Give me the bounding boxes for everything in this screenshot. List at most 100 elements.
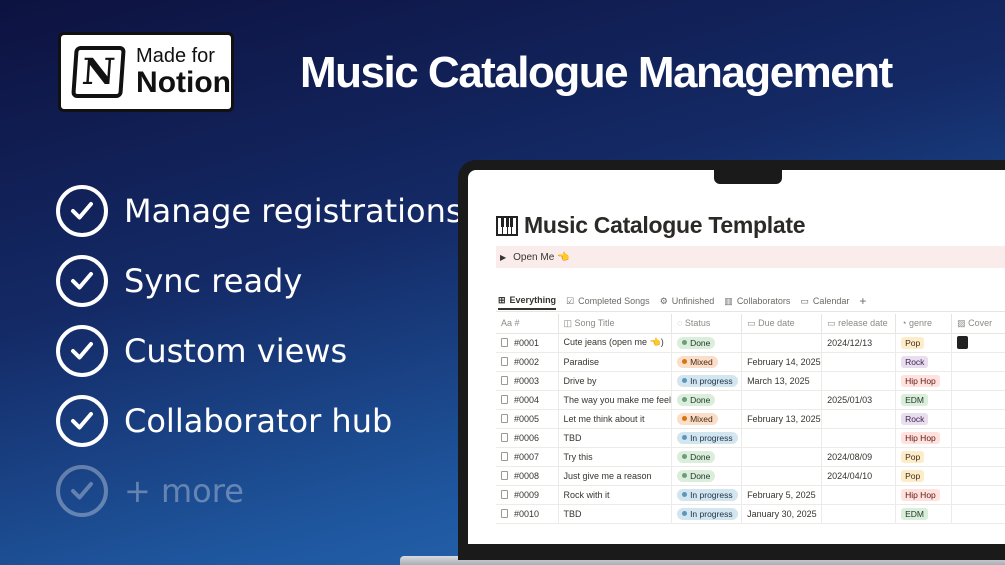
id-cell[interactable]: #0008 [496,466,559,486]
cover-cell[interactable] [951,390,1005,410]
due-date-cell[interactable] [741,390,823,410]
page-icon [501,470,508,480]
id-cell[interactable]: #0007 [496,447,559,467]
tab-collaborators[interactable]: ▥ Collaborators [724,292,790,310]
column-header[interactable]: ◔ genre [895,314,953,334]
id-cell[interactable]: #0005 [496,409,559,429]
cover-cell[interactable] [951,352,1005,372]
table-row[interactable]: #0008 Just give me a reason Done 2024/04/10… [496,466,1005,486]
release-date-cell[interactable] [821,485,897,505]
cover-cell[interactable] [951,485,1005,505]
title-cell[interactable]: The way you make me feel [558,390,673,410]
genre-cell[interactable]: Hip Hop [895,371,953,391]
tab-completed-songs[interactable]: ☑ Completed Songs [566,292,650,310]
genre-cell[interactable]: EDM [895,504,953,524]
status-cell[interactable]: Done [671,447,743,467]
genre-cell[interactable]: Pop [895,447,953,467]
title-cell[interactable]: Just give me a reason [558,466,673,486]
cover-cell[interactable] [951,466,1005,486]
genre-cell[interactable]: Hip Hop [895,428,953,448]
genre-cell[interactable]: Rock [895,352,953,372]
id-cell[interactable]: #0001 [496,333,559,353]
status-cell[interactable]: In progress [671,371,743,391]
cover-cell[interactable] [951,428,1005,448]
release-date-cell[interactable] [821,504,897,524]
due-date-cell[interactable] [741,333,823,353]
cover-cell[interactable] [951,504,1005,524]
genre-cell[interactable]: Hip Hop [895,485,953,505]
column-header[interactable]: ▨ Cover [951,314,1005,334]
tab-unfinished[interactable]: ⚙ Unfinished [660,292,715,310]
row-id: #0008 [514,470,540,481]
table-row[interactable]: #0004 The way you make me feel Done 2025/01… [496,390,1005,410]
due-date-cell[interactable] [741,428,823,448]
id-cell[interactable]: #0002 [496,352,559,372]
table-row[interactable]: #0001 Cute jeans (open me 👈) Done 2024/12/1… [496,333,1005,353]
table-row[interactable]: #0003 Drive by In progress March 13, 2025 Hi… [496,371,1005,391]
due-date-cell[interactable] [741,466,823,486]
due-date-cell[interactable]: February 13, 2025 [741,409,823,429]
genre-cell[interactable]: Pop [895,333,953,353]
due-date-cell[interactable] [741,447,823,467]
title-cell[interactable]: Drive by [558,371,673,391]
due-date-cell[interactable]: March 13, 2025 [741,371,823,391]
due-date-cell[interactable]: February 14, 2025 [741,352,823,372]
due-date: February 14, 2025 [747,356,821,367]
tab-everything[interactable]: ⊞ Everything [498,292,557,310]
cover-cell[interactable] [951,371,1005,391]
release-date-cell[interactable] [821,371,897,391]
title-cell[interactable]: Paradise [558,352,673,372]
id-cell[interactable]: #0010 [496,504,559,524]
id-cell[interactable]: #0004 [496,390,559,410]
status-cell[interactable]: In progress [671,485,743,505]
release-date-cell[interactable]: 2024/04/10 [821,466,897,486]
status-cell[interactable]: Done [671,466,743,486]
id-cell[interactable]: #0009 [496,485,559,505]
release-date-cell[interactable]: 2024/08/09 [821,447,897,467]
genre-cell[interactable]: Rock [895,409,953,429]
column-header[interactable]: Aa # [496,314,559,334]
table-row[interactable]: #0010 TBD In progress January 30, 2025 EDM [496,504,1005,524]
genre-cell[interactable]: Pop [895,466,953,486]
table-row[interactable]: #0002 Paradise Mixed February 14, 2025 Rock [496,352,1005,372]
genre-tag: Pop [901,336,925,349]
title-cell[interactable]: Rock with it [558,485,673,505]
cover-cell[interactable] [951,409,1005,429]
table-row[interactable]: #0005 Let me think about it Mixed February … [496,409,1005,429]
release-date-cell[interactable] [821,352,897,372]
due-date-cell[interactable]: February 5, 2025 [741,485,823,505]
release-date-cell[interactable]: 2024/12/13 [821,333,897,353]
due-date-cell[interactable]: January 30, 2025 [741,504,823,524]
table-row[interactable]: #0009 Rock with it In progress February 5, … [496,485,1005,505]
release-date-cell[interactable] [821,428,897,448]
column-header[interactable]: ▭ release date [821,314,897,334]
status-cell[interactable]: Mixed [671,352,743,372]
cover-cell[interactable] [951,333,1005,353]
toggle-triangle-icon[interactable]: ▶ [500,253,506,262]
title-cell[interactable]: Try this [558,447,673,467]
table-row[interactable]: #0007 Try this Done 2024/08/09 Pop [496,447,1005,467]
title-cell[interactable]: Let me think about it [558,409,673,429]
release-date-cell[interactable] [821,409,897,429]
id-cell[interactable]: #0003 [496,371,559,391]
column-header[interactable]: ▭ Due date [741,314,823,334]
column-header[interactable]: ◫ Song Title [558,314,673,334]
status-cell[interactable]: Mixed [671,409,743,429]
genre-cell[interactable]: EDM [895,390,953,410]
title-cell[interactable]: TBD [558,504,673,524]
table-row[interactable]: #0006 TBD In progress Hip Hop [496,428,1005,448]
cover-cell[interactable] [951,447,1005,467]
title-cell[interactable]: TBD [558,428,673,448]
id-cell[interactable]: #0006 [496,428,559,448]
release-date-cell[interactable]: 2025/01/03 [821,390,897,410]
tab-calendar[interactable]: ▭ Calendar [800,292,849,310]
status-cell[interactable]: In progress [671,428,743,448]
status-dot-icon [682,492,688,497]
status-cell[interactable]: In progress [671,504,743,524]
column-header[interactable]: ◌ Status [671,314,743,334]
add-view-button[interactable]: + [859,292,866,310]
title-cell[interactable]: Cute jeans (open me 👈) [558,333,673,353]
toggle-callout[interactable]: ▶ Open Me 👈 [496,246,1005,268]
status-cell[interactable]: Done [671,333,743,353]
status-cell[interactable]: Done [671,390,743,410]
